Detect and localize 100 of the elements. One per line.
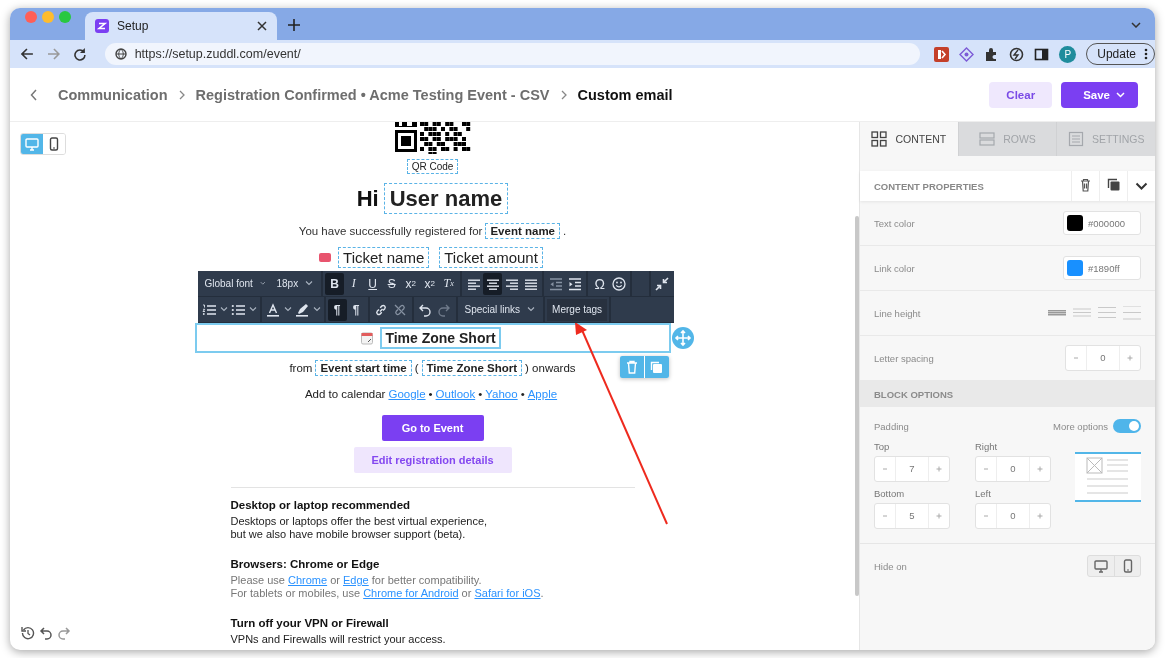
more-options-toggle[interactable] xyxy=(1113,419,1141,433)
field-label: Bottom xyxy=(874,488,905,499)
bullet-list-icon xyxy=(231,302,245,317)
section-title: CONTENT PROPERTIES xyxy=(873,180,985,192)
body-text: from Event start time ( Time Zone Short ) onwards xyxy=(289,362,576,374)
breadcrumb[interactable]: Communication xyxy=(58,86,168,103)
address-field[interactable]: https://setup.zuddl.com/event/ xyxy=(104,43,921,65)
close-icon[interactable] xyxy=(257,21,267,31)
selected-text-block[interactable]: Time Zone Short xyxy=(194,323,671,353)
text-direction-button[interactable]: ¶ xyxy=(327,298,347,321)
field-label: Right xyxy=(975,441,998,452)
tab-title: Setup xyxy=(117,19,150,33)
caret-icon xyxy=(305,281,314,286)
link-icon xyxy=(374,302,388,317)
redo-icon xyxy=(437,302,451,317)
undo-icon xyxy=(418,302,432,317)
back-icon[interactable] xyxy=(30,88,38,101)
field-label: Hide on xyxy=(874,560,907,572)
unlink-icon xyxy=(393,302,407,317)
settings-icon xyxy=(1067,131,1084,147)
scrollbar[interactable] xyxy=(855,216,859,596)
body-text: but we also have mobile browser support (beta). xyxy=(230,527,467,540)
chevron-down-icon[interactable] xyxy=(1131,22,1141,28)
save-button[interactable]: Save xyxy=(1061,81,1138,108)
merge-tag[interactable]: Time Zone Short xyxy=(421,360,523,376)
format-button[interactable]: I xyxy=(344,272,364,295)
extension-icon[interactable] xyxy=(1009,46,1025,62)
more-icon xyxy=(1144,48,1148,60)
history-icon[interactable] xyxy=(21,626,35,640)
special-links-dropdown[interactable]: Special links xyxy=(459,298,542,321)
merge-tags-button[interactable]: Merge tags xyxy=(547,298,608,321)
format-button[interactable]: S xyxy=(382,272,402,295)
caret-icon[interactable] xyxy=(283,307,292,312)
extension-icon[interactable] xyxy=(934,46,950,62)
field-label: Text color xyxy=(874,217,915,229)
profile-avatar[interactable]: P xyxy=(1059,45,1077,63)
merge-tag[interactable]: Ticket name xyxy=(338,246,430,268)
field-label: More options xyxy=(1053,420,1108,432)
caret-icon xyxy=(527,307,536,312)
body-text: For tablets or mobiles, use Chrome for Android or Safari for iOS. xyxy=(230,586,545,599)
font-size-dropdown[interactable]: 18px xyxy=(271,272,320,295)
font-dropdown[interactable]: Global font xyxy=(199,272,272,295)
field-label: Line height xyxy=(874,307,921,319)
content-icon xyxy=(871,131,888,147)
outdent-icon xyxy=(548,276,563,291)
section-heading: Browsers: Chrome or Edge xyxy=(230,558,381,570)
url-text: https://setup.zuddl.com/event/ xyxy=(134,47,301,61)
color-swatch[interactable] xyxy=(1067,260,1083,276)
mobile-icon xyxy=(47,137,61,151)
merge-tag[interactable]: Event name xyxy=(485,223,560,239)
caret-icon[interactable] xyxy=(248,307,257,312)
reload-icon[interactable] xyxy=(72,47,86,61)
side-panel-icon[interactable] xyxy=(1034,46,1050,62)
numbered-list-icon xyxy=(202,302,216,317)
format-button[interactable]: U xyxy=(363,272,383,295)
align-center-button[interactable] xyxy=(483,272,503,295)
caret-icon[interactable] xyxy=(219,307,228,312)
move-handle-icon[interactable] xyxy=(671,327,694,349)
body-text: You have successfully registered for Event name . xyxy=(298,225,567,237)
browser-tab[interactable]: Setup xyxy=(85,12,277,40)
color-swatch[interactable] xyxy=(1067,215,1083,231)
format-button[interactable]: B xyxy=(325,272,345,295)
emoji-icon xyxy=(611,276,626,291)
color-field[interactable]: #1890ff xyxy=(1063,256,1141,280)
chevron-down-icon xyxy=(1116,91,1125,98)
special-character-button[interactable]: Ω xyxy=(590,272,610,295)
field-label: Letter spacing xyxy=(874,352,934,364)
collapse-icon xyxy=(655,276,669,291)
site-info-icon[interactable] xyxy=(114,48,127,60)
qr-code-label[interactable]: QR Code xyxy=(406,159,459,174)
section-heading: Turn off your VPN or Firewall xyxy=(230,617,390,629)
caret-icon[interactable] xyxy=(312,307,321,312)
edit-registration-button[interactable]: Edit registration details xyxy=(353,447,512,473)
desktop-icon xyxy=(1094,559,1108,573)
body-text: Please use Chrome or Edge for better compatibility. xyxy=(230,574,483,587)
text-direction-button[interactable]: ¶ xyxy=(346,298,366,321)
format-button[interactable]: x$^{2}$ xyxy=(401,272,421,295)
field-label: Top xyxy=(874,441,890,452)
merge-tag[interactable]: User name xyxy=(383,183,509,214)
rows-icon xyxy=(979,131,996,147)
back-icon[interactable] xyxy=(21,48,34,60)
clear-button[interactable]: Clear xyxy=(989,81,1053,108)
merge-tag[interactable]: Time Zone Short xyxy=(380,327,501,349)
layout-preview-drawing xyxy=(1075,452,1141,502)
field-label: Link color xyxy=(874,262,915,274)
section-title: BLOCK OPTIONS xyxy=(874,388,954,400)
breadcrumb[interactable]: Registration Confirmed • Acme Testing Event - CSV xyxy=(195,86,550,103)
field-label: Padding xyxy=(874,420,909,432)
app-logo-icon xyxy=(95,19,109,33)
calendar-icon xyxy=(361,331,374,345)
text-color-icon xyxy=(266,302,280,317)
go-to-event-button[interactable]: Go to Event xyxy=(381,415,484,441)
chevron-right-icon xyxy=(560,89,567,100)
merge-tag[interactable]: Event start time xyxy=(315,360,412,376)
new-tab-icon[interactable] xyxy=(288,19,300,31)
color-field[interactable]: #000000 xyxy=(1063,211,1141,235)
field-label: Left xyxy=(975,488,991,499)
merge-tag[interactable]: Ticket amount xyxy=(439,246,543,268)
undo-icon[interactable] xyxy=(39,626,53,640)
highlight-icon xyxy=(295,302,309,317)
